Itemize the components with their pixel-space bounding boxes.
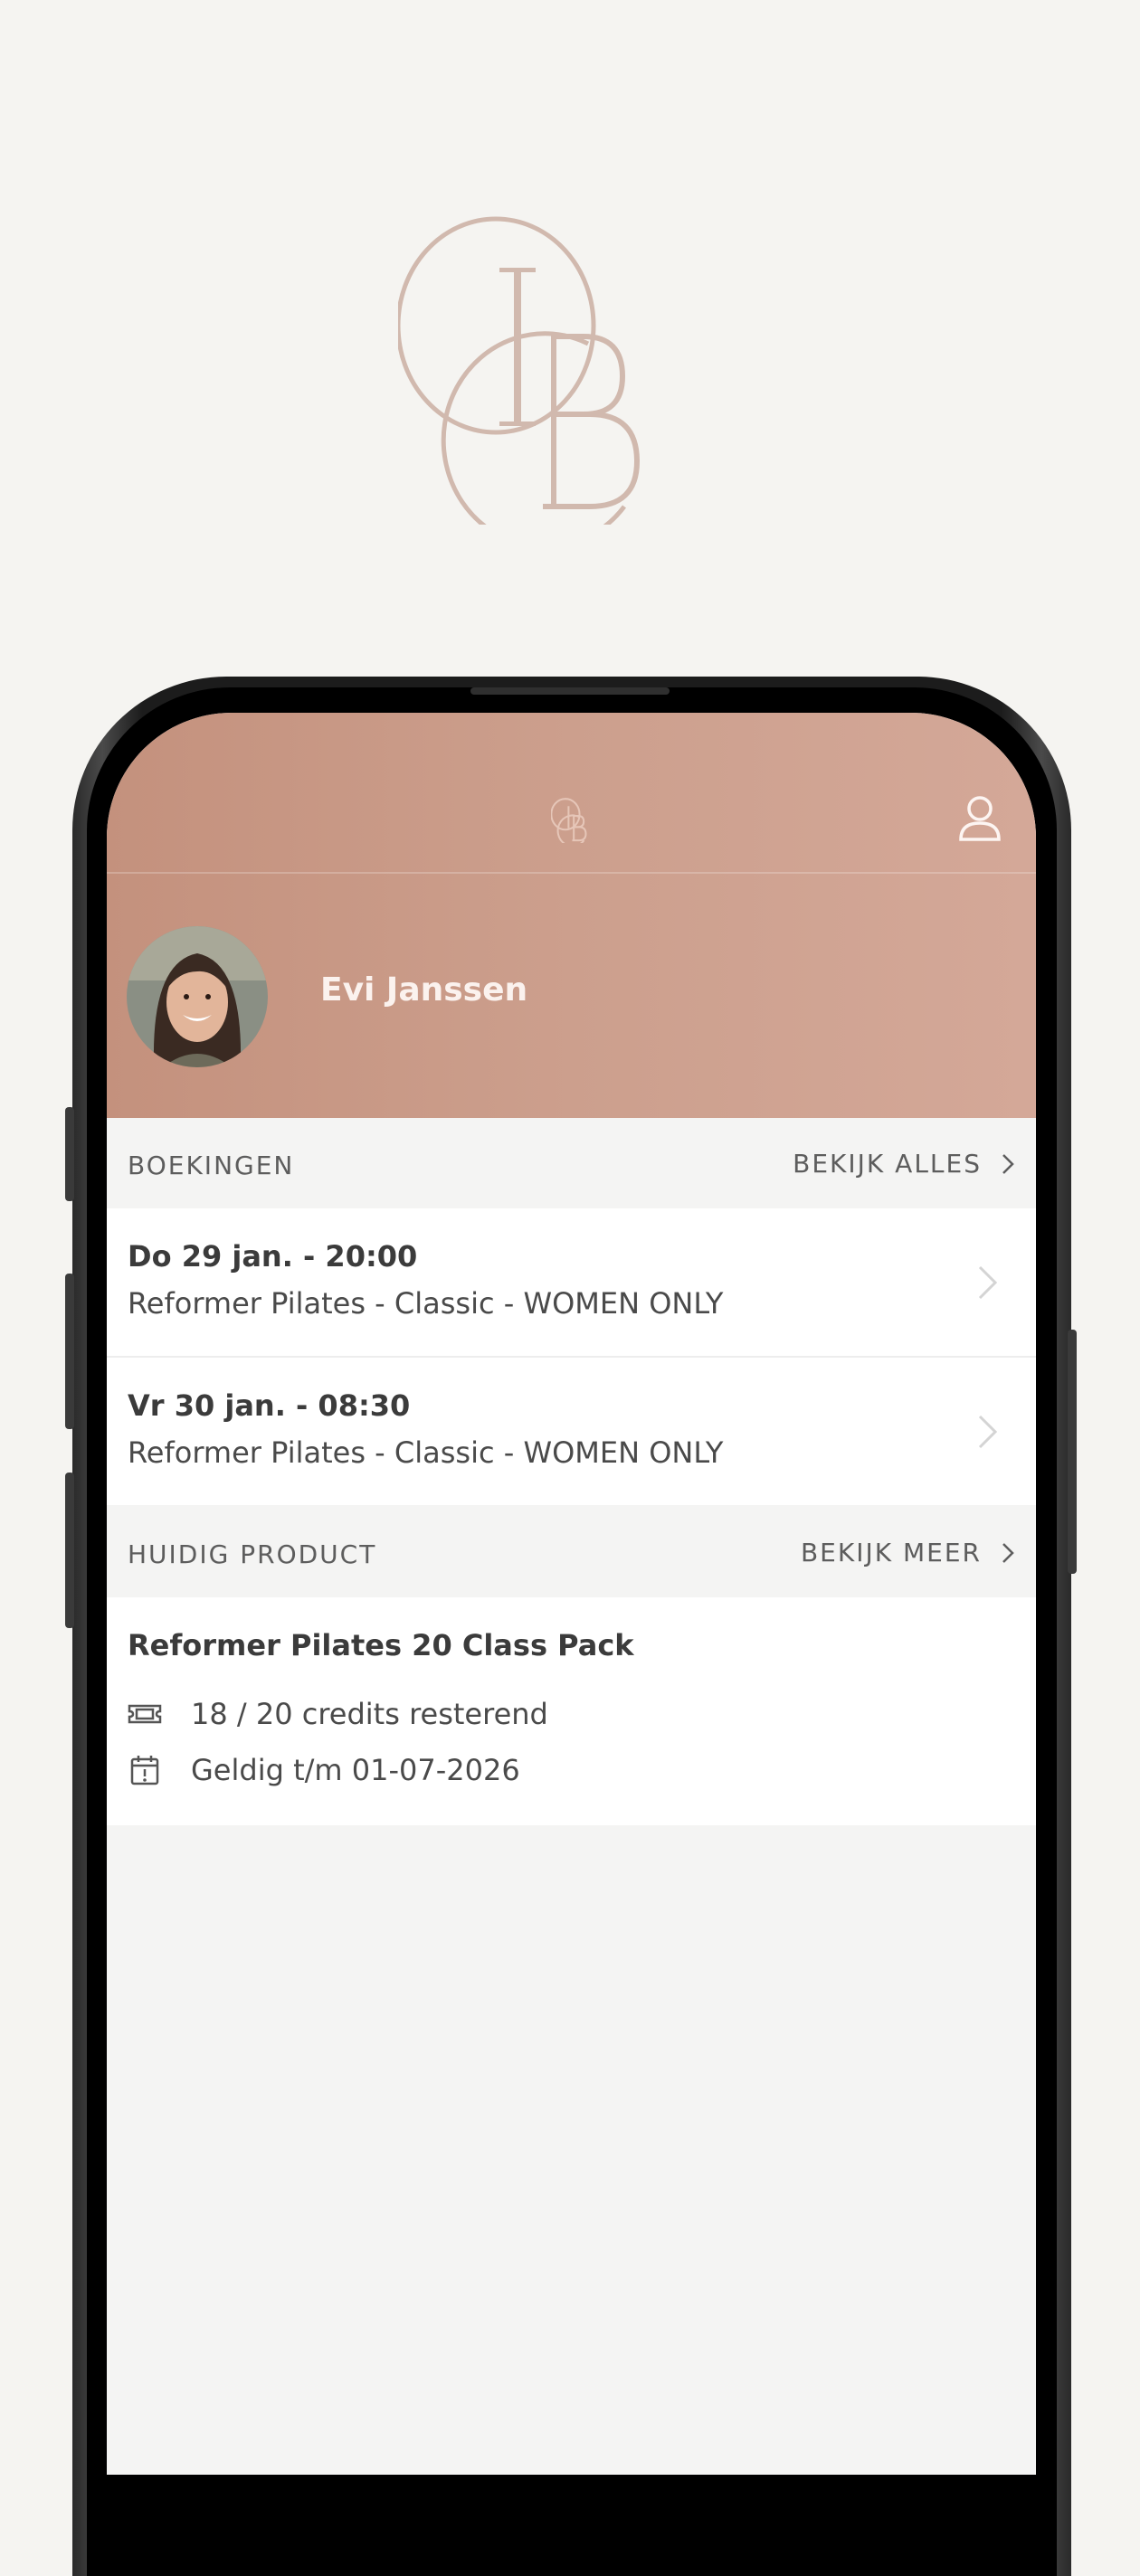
phone-side-button	[65, 1107, 74, 1201]
phone-side-button	[1068, 1330, 1077, 1574]
bookings-section-header: BOEKINGEN BEKIJK ALLES	[107, 1118, 1036, 1208]
header-divider	[107, 872, 1036, 874]
avatar	[127, 926, 268, 1067]
booking-class: Reformer Pilates - Classic - WOMEN ONLY	[128, 1286, 724, 1321]
user-icon[interactable]	[957, 794, 1002, 843]
user-name: Evi Janssen	[320, 971, 528, 1009]
app-screen: Evi Janssen BOEKINGEN BEKIJK ALLES Do 29…	[107, 713, 1036, 2475]
booking-date: Vr 30 jan. - 08:30	[128, 1388, 411, 1423]
profile-header: Evi Janssen	[107, 713, 1036, 1118]
header-logo-icon	[551, 798, 587, 843]
brand-logo	[398, 216, 641, 525]
chevron-right-icon	[978, 1415, 998, 1449]
view-more-label: BEKIJK MEER	[800, 1538, 982, 1567]
current-product-card[interactable]: Reformer Pilates 20 Class Pack 18 / 20 c…	[107, 1597, 1036, 1825]
booking-item[interactable]: Vr 30 jan. - 08:30 Reformer Pilates - Cl…	[107, 1358, 1036, 1505]
phone-side-button	[65, 1274, 74, 1429]
chevron-right-icon	[1002, 1153, 1014, 1174]
view-all-label: BEKIJK ALLES	[793, 1149, 982, 1179]
credits-text: 18 / 20 credits resterend	[191, 1697, 548, 1731]
phone-speaker	[470, 687, 670, 695]
product-name: Reformer Pilates 20 Class Pack	[128, 1628, 634, 1662]
view-more-product-link[interactable]: BEKIJK MEER	[801, 1538, 1014, 1567]
validity-text: Geldig t/m 01-07-2026	[191, 1753, 520, 1787]
chevron-right-icon	[1002, 1542, 1014, 1563]
product-section-header: HUIDIG PRODUCT BEKIJK MEER	[107, 1507, 1036, 1597]
bookings-section-title: BOEKINGEN	[128, 1151, 295, 1180]
product-section-title: HUIDIG PRODUCT	[128, 1539, 377, 1569]
booking-class: Reformer Pilates - Classic - WOMEN ONLY	[128, 1435, 724, 1470]
phone-side-button	[65, 1473, 74, 1628]
view-all-bookings-link[interactable]: BEKIJK ALLES	[793, 1149, 1014, 1179]
credits-row: 18 / 20 credits resterend	[128, 1697, 548, 1731]
booking-item[interactable]: Do 29 jan. - 20:00 Reformer Pilates - Cl…	[107, 1208, 1036, 1356]
ticket-icon	[128, 1704, 162, 1724]
chevron-right-icon	[978, 1265, 998, 1300]
calendar-icon	[130, 1756, 159, 1785]
validity-row: Geldig t/m 01-07-2026	[128, 1753, 520, 1787]
booking-date: Do 29 jan. - 20:00	[128, 1239, 418, 1274]
